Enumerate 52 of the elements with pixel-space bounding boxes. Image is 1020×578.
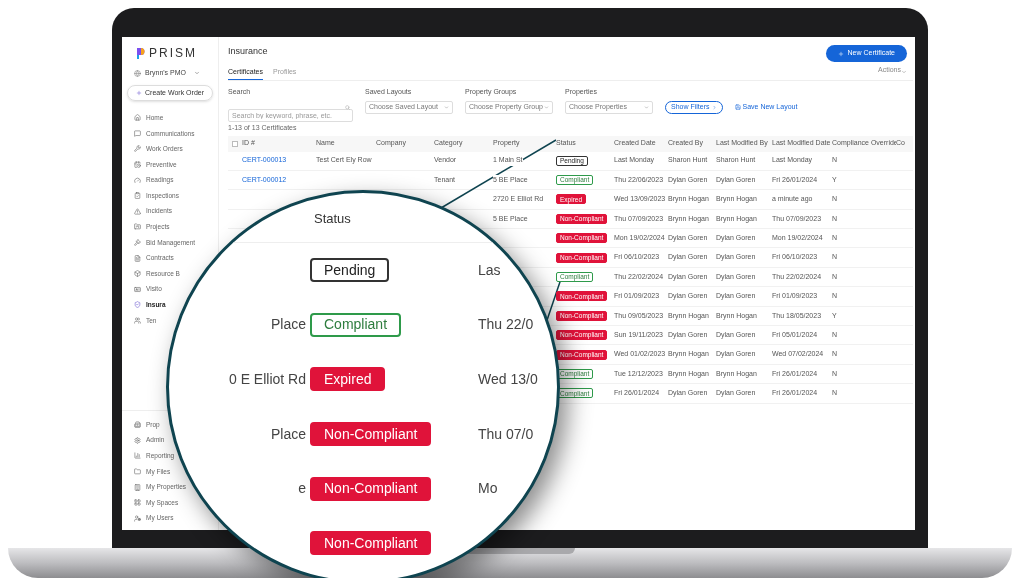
table-cell-text: Thu 07/0 — [478, 424, 535, 444]
gauge-icon — [134, 176, 141, 184]
table-cell-text: Las — [478, 260, 502, 280]
table-cell-text: Place — [270, 424, 306, 444]
box-icon — [134, 270, 141, 278]
logo-icon — [136, 46, 145, 60]
grid-icon — [134, 499, 141, 507]
shield-icon — [134, 301, 141, 309]
table-cell-text: 0 E Elliot Rd — [228, 370, 306, 389]
status-badge: Non-Compliant — [310, 531, 432, 556]
status-badge: Expired — [310, 367, 386, 392]
building-icon — [134, 421, 141, 429]
clipboard-icon — [134, 192, 141, 200]
save-icon — [734, 104, 741, 110]
plus-icon — [837, 50, 844, 57]
home-icon — [134, 114, 141, 122]
caret-icon — [544, 104, 549, 110]
table-cell-text: Thu 22/0 — [478, 315, 535, 335]
search-icon — [345, 104, 350, 110]
table-cell-text: Place — [270, 315, 306, 335]
building-icon — [134, 483, 141, 491]
column-header: Status — [314, 209, 351, 228]
folder-icon — [134, 223, 141, 231]
status-badge: Compliant — [310, 312, 402, 337]
chat-icon — [134, 129, 141, 137]
caret-icon — [444, 104, 449, 110]
globe-icon — [134, 69, 141, 77]
status-badge: Pending — [310, 258, 390, 283]
id-card-icon — [134, 285, 141, 293]
plus-icon — [136, 90, 142, 96]
table-cell-text: e — [298, 479, 306, 499]
table-cell-text: Mo — [478, 479, 499, 499]
warning-icon — [134, 207, 141, 215]
caret-icon — [901, 69, 907, 75]
checkbox[interactable] — [232, 140, 238, 147]
calendar-icon — [134, 161, 141, 169]
wrench-icon — [134, 145, 141, 153]
caret-icon — [644, 104, 649, 110]
gavel-icon — [134, 239, 141, 247]
settings-icon — [134, 436, 141, 444]
caret-icon — [194, 70, 200, 76]
chart-icon — [134, 452, 141, 460]
user-icon — [134, 514, 141, 522]
status-badge: Non-Compliant — [310, 422, 432, 447]
table-cell-text: Wed 13/0 — [478, 370, 539, 389]
folder-icon — [134, 467, 141, 475]
logo-text: PRISM — [149, 45, 197, 62]
page-title: Insurance — [228, 45, 268, 58]
status-badge: Non-Compliant — [310, 476, 432, 501]
document-icon — [134, 254, 141, 262]
chevron-icon — [711, 104, 717, 110]
users-icon — [134, 317, 141, 324]
